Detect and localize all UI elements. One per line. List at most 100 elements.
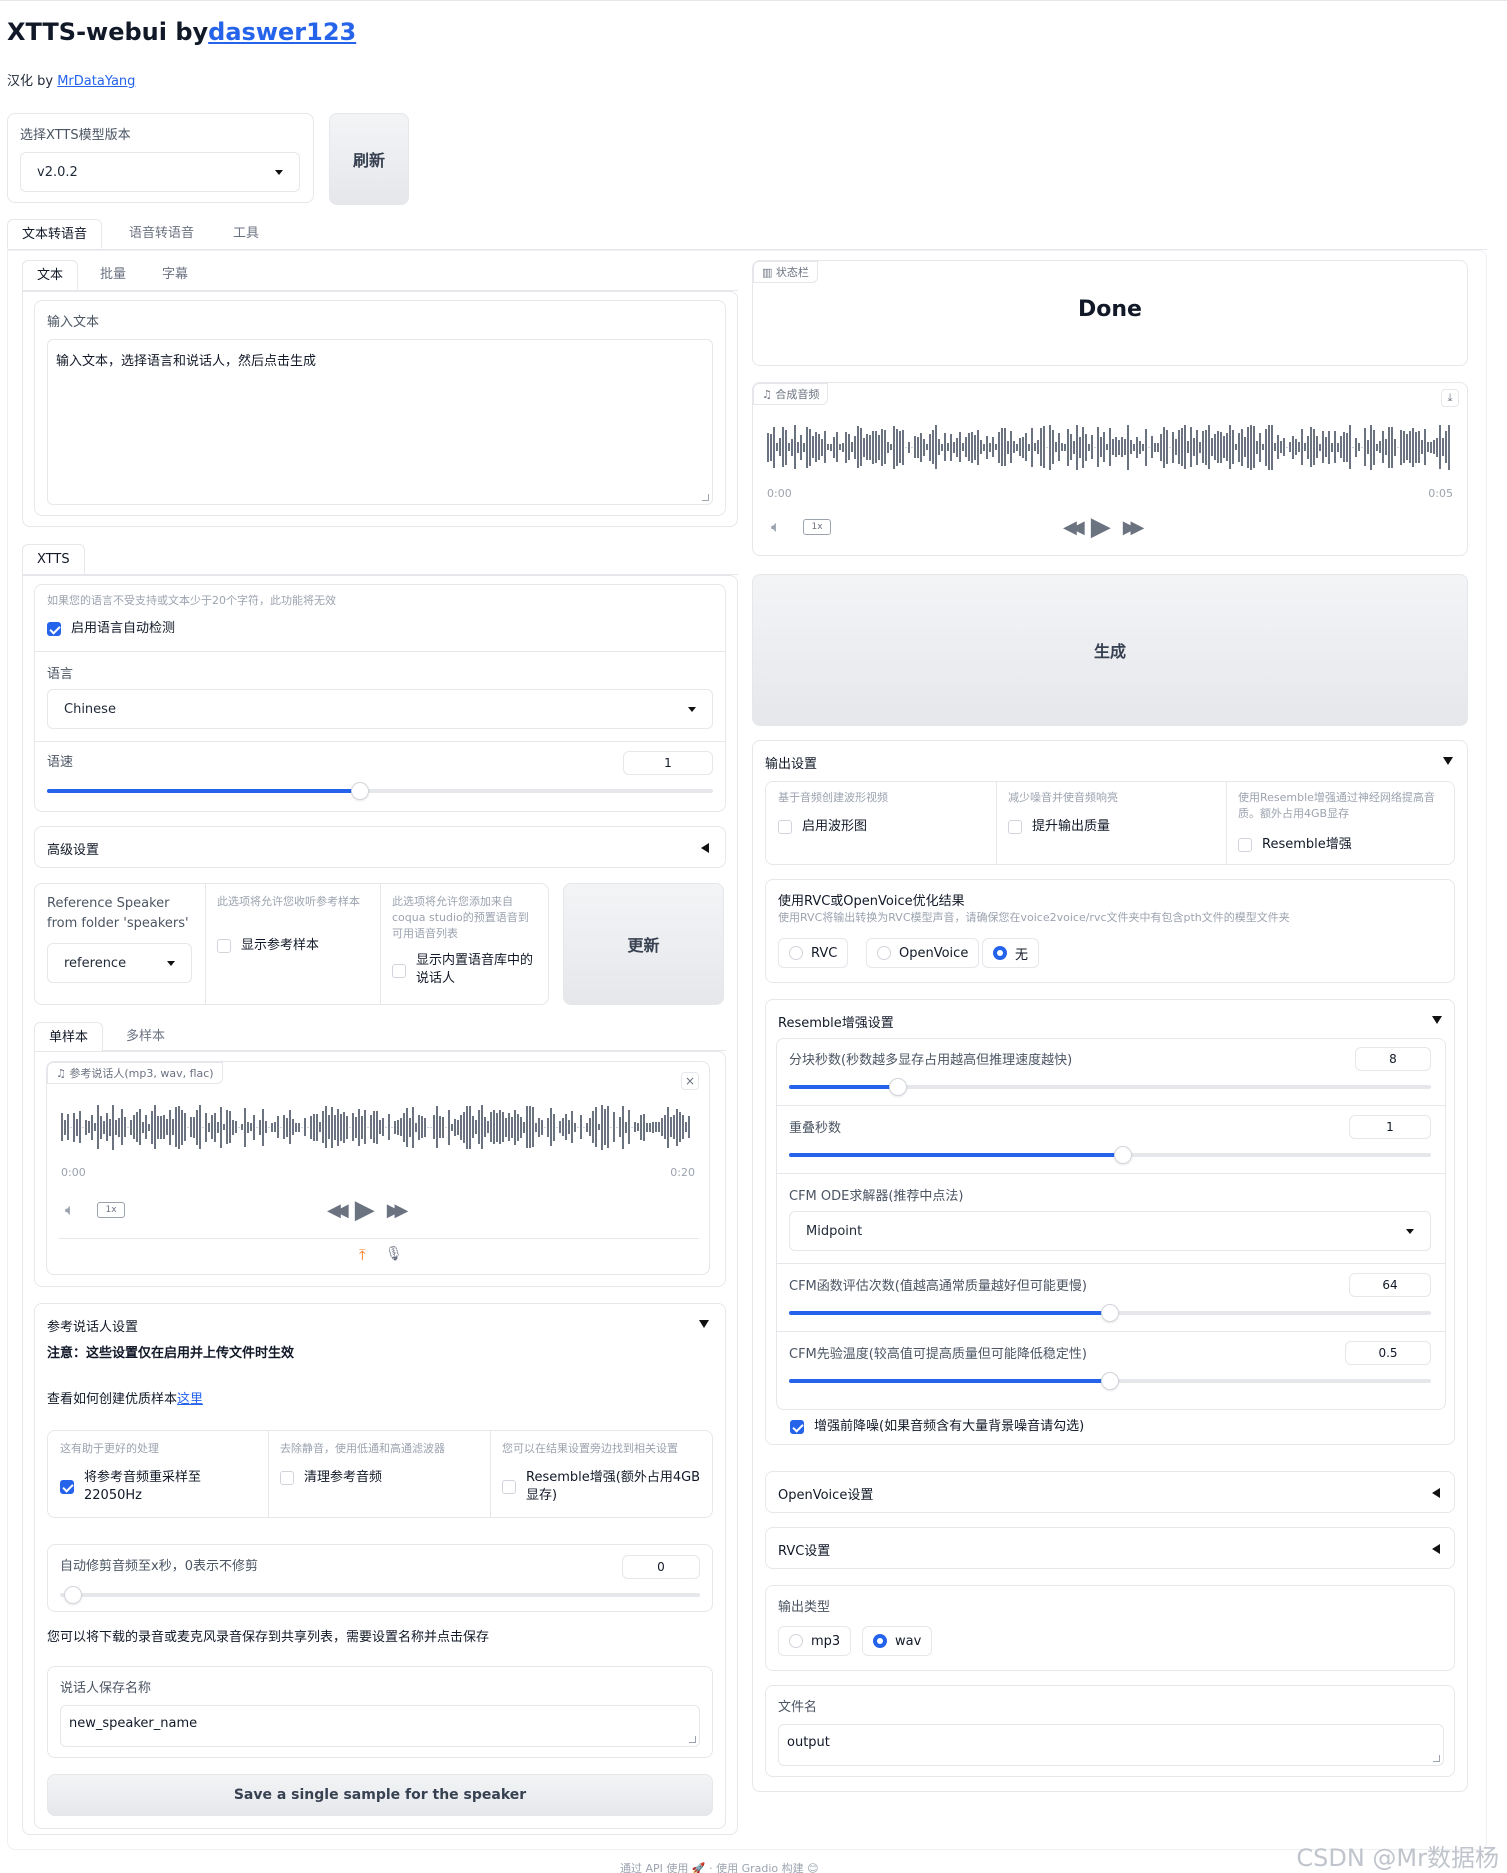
resemble-output-checkbox[interactable]	[1238, 838, 1252, 852]
rvc-hint: 使用RVC将输出转换为RVC模型声音，请确保您在voice2voice/rvc文…	[778, 911, 1290, 924]
show-ref-checkbox[interactable]	[217, 939, 231, 953]
expand-arrow-icon[interactable]	[1432, 1016, 1442, 1024]
reference-speaker-block: Reference Speaker from folder 'speakers'…	[34, 883, 549, 1005]
expand-arrow-icon[interactable]	[699, 1320, 709, 1328]
resample-hint: 这有助于更好的处理	[60, 1442, 159, 1455]
tab-voice-conversion[interactable]: 语音转语音	[115, 219, 208, 249]
filename-block: 文件名 output	[765, 1685, 1455, 1777]
rvc-settings-accordion[interactable]: RVC设置	[765, 1527, 1455, 1569]
resample-checkbox[interactable]	[60, 1480, 74, 1494]
chunk-slider[interactable]	[789, 1078, 1431, 1096]
author-link[interactable]: daswer123	[208, 18, 356, 46]
upload-icon[interactable]: ⤒	[359, 1246, 366, 1264]
denoise-checkbox[interactable]	[790, 1420, 804, 1434]
refresh-button[interactable]: 刷新	[329, 113, 409, 205]
slider-handle[interactable]	[63, 1586, 82, 1604]
close-icon[interactable]: ×	[681, 1072, 699, 1090]
overlap-slider[interactable]	[789, 1146, 1431, 1164]
builtin-voices-label: 显示内置语音库中的说话人	[416, 953, 534, 986]
resemble-output-label: Resemble增强	[1262, 837, 1352, 852]
clean-hint: 去除静音，使用低通和高通滤波器	[280, 1442, 445, 1455]
slider-handle[interactable]	[1101, 1372, 1119, 1390]
trim-number-input[interactable]: 0	[622, 1555, 700, 1579]
output-options: 基于音频创建波形视频 启用波形图 减少噪音并使音频响亮 提升输出质量 使用Res…	[765, 781, 1455, 865]
howto-link[interactable]: 这里	[177, 1392, 203, 1407]
model-version-dropdown[interactable]: v2.0.2	[20, 152, 300, 192]
expand-arrow-icon[interactable]	[1443, 757, 1453, 765]
tab-multi-sample[interactable]: 多样本	[112, 1022, 179, 1052]
nfe-slider[interactable]	[789, 1304, 1431, 1322]
nfe-number-input[interactable]: 64	[1349, 1273, 1431, 1297]
play-icon[interactable]: ▶	[1091, 512, 1111, 542]
radio-openvoice[interactable]: OpenVoice	[866, 938, 980, 968]
tab-tts[interactable]: 文本转语音	[7, 219, 103, 249]
speed-number-input[interactable]: 1	[623, 751, 713, 775]
translator-link[interactable]: MrDataYang	[57, 74, 135, 89]
language-dropdown[interactable]: Chinese	[47, 689, 713, 729]
ref-time-start: 0:00	[61, 1166, 86, 1179]
rvc-settings-label: RVC设置	[778, 1544, 831, 1559]
radio-mp3[interactable]: mp3	[778, 1626, 852, 1656]
ref-speaker-settings: 参考说话人设置 注意：这些设置仅在启用并上传文件时生效 查看如何创建优质样本这里…	[34, 1303, 726, 1829]
microphone-icon[interactable]: 🎙︎	[385, 1246, 403, 1262]
builtin-voices-checkbox[interactable]	[392, 964, 406, 978]
denoise-label: 增强前降噪(如果音频含有大量背景噪音请勾选)	[814, 1419, 1085, 1434]
generate-button[interactable]: 生成	[752, 574, 1468, 726]
tab-batch[interactable]: 批量	[86, 260, 140, 290]
save-sample-button[interactable]: Save a single sample for the speaker	[47, 1774, 713, 1816]
radio-none[interactable]: 无	[982, 938, 1040, 968]
output-settings: 输出设置 基于音频创建波形视频 启用波形图 减少噪音并使音频响亮 提升输出质量 …	[752, 740, 1468, 1792]
slider-handle[interactable]	[1113, 1146, 1132, 1164]
tab-xtts[interactable]: XTTS	[22, 544, 85, 574]
output-waveform[interactable]	[767, 423, 1455, 471]
download-icon[interactable]: ⤓	[1441, 389, 1459, 407]
trim-slider[interactable]	[60, 1586, 700, 1604]
slider-handle[interactable]	[351, 782, 370, 800]
filename-input[interactable]: output	[778, 1724, 1444, 1766]
tab-single-sample[interactable]: 单样本	[34, 1022, 104, 1052]
speed-label: 语速	[47, 755, 74, 770]
update-button[interactable]: 更新	[563, 883, 724, 1005]
advanced-settings-accordion[interactable]: 高级设置	[34, 826, 726, 868]
volume-icon[interactable]: 🔈︎	[771, 517, 781, 537]
slider-handle[interactable]	[1101, 1304, 1119, 1322]
speaker-name-input[interactable]: new_speaker_name	[60, 1705, 700, 1747]
ref-resemble-checkbox[interactable]	[502, 1480, 516, 1494]
clean-checkbox[interactable]	[280, 1471, 294, 1485]
lang-detect-checkbox[interactable]	[47, 622, 61, 636]
reference-speaker-dropdown[interactable]: reference	[47, 943, 192, 983]
text-input[interactable]: 输入文本，选择语言和说话人，然后点击生成	[47, 339, 713, 505]
volume-icon[interactable]: 🔈︎	[65, 1200, 75, 1220]
rewind-icon[interactable]: ◀◀	[1063, 517, 1085, 538]
ref-resemble-label: Resemble增强(额外占用4GB显存)	[526, 1470, 701, 1503]
playback-speed-button[interactable]: 1x	[803, 519, 831, 535]
openvoice-settings-accordion[interactable]: OpenVoice设置	[765, 1471, 1455, 1513]
fast-forward-icon[interactable]: ▶▶	[387, 1200, 409, 1221]
overlap-number-input[interactable]: 1	[1349, 1115, 1431, 1139]
tab-tools[interactable]: 工具	[219, 219, 273, 249]
speed-slider[interactable]	[47, 782, 713, 800]
temp-slider[interactable]	[789, 1372, 1431, 1390]
radio-rvc[interactable]: RVC	[778, 938, 849, 968]
tab-subtitle[interactable]: 字幕	[148, 260, 202, 290]
playback-speed-button[interactable]: 1x	[97, 1202, 125, 1218]
watermark: CSDN @Mr数据杨	[1296, 1844, 1499, 1872]
solver-dropdown[interactable]: Midpoint	[789, 1211, 1431, 1251]
radio-dot	[789, 1634, 803, 1648]
waveform-checkbox[interactable]	[778, 820, 792, 834]
fast-forward-icon[interactable]: ▶▶	[1123, 517, 1145, 538]
ref-settings-note: 注意：这些设置仅在启用并上传文件时生效	[47, 1346, 295, 1361]
radio-wav[interactable]: wav	[862, 1626, 933, 1656]
temp-number-input[interactable]: 0.5	[1345, 1341, 1431, 1365]
output-type-block: 输出类型 mp3 wav	[765, 1585, 1455, 1671]
rewind-icon[interactable]: ◀◀	[327, 1200, 349, 1221]
ref-audio-badge: ♫ 参考说话人(mp3, wav, flac)	[47, 1062, 223, 1084]
chunk-number-input[interactable]: 8	[1355, 1047, 1431, 1071]
ref-time-end: 0:20	[670, 1166, 695, 1179]
tab-text[interactable]: 文本	[22, 260, 79, 290]
improve-quality-checkbox[interactable]	[1008, 820, 1022, 834]
chevron-down-icon	[688, 707, 696, 712]
slider-handle[interactable]	[889, 1078, 908, 1096]
ref-waveform[interactable]	[61, 1104, 697, 1150]
play-icon[interactable]: ▶	[355, 1195, 375, 1225]
